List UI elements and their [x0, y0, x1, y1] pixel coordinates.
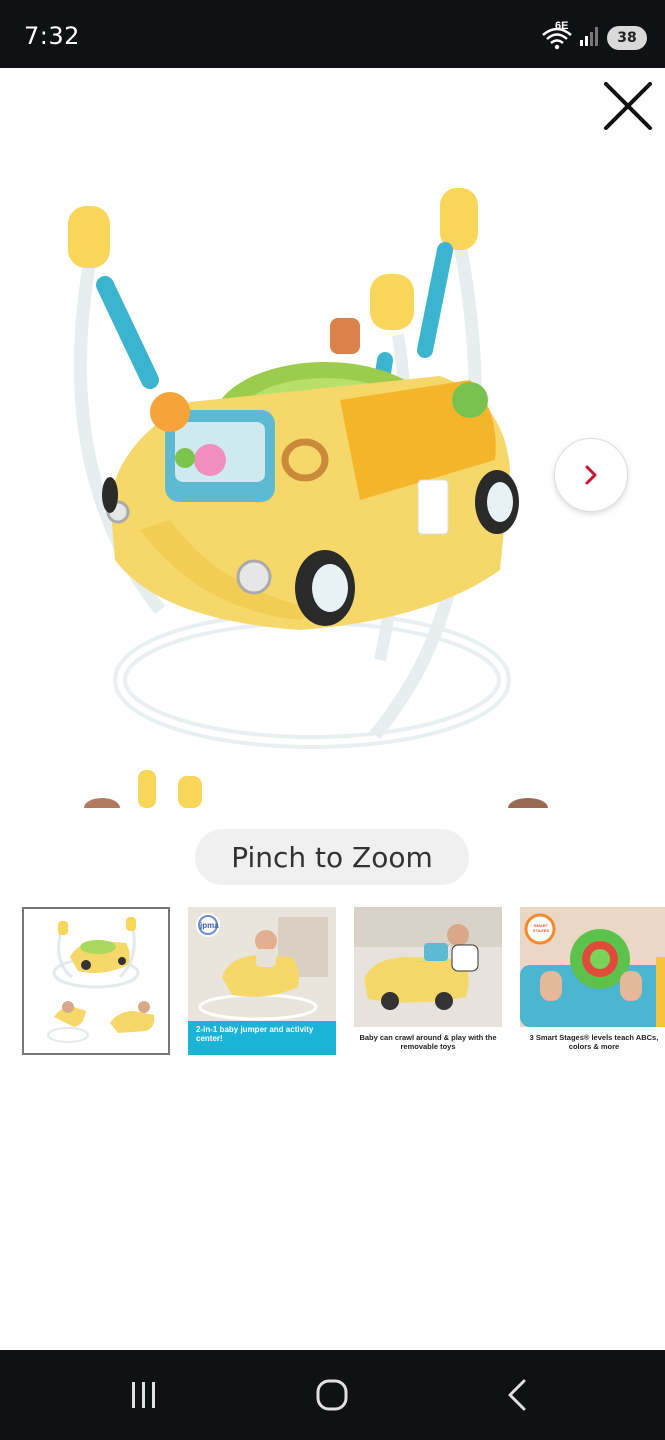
thumbnail-1[interactable] [22, 907, 170, 1055]
thumbnail-caption: Baby can crawl around & play with the re… [359, 1033, 497, 1051]
signal-icon [579, 25, 601, 52]
thumbnail-3[interactable]: Baby can crawl around & play with the re… [354, 907, 502, 1055]
battery-level: 38 [617, 30, 637, 46]
back-icon [508, 1379, 526, 1411]
network-type: 6E [555, 20, 569, 32]
status-icons: 6E 38 [541, 20, 647, 52]
thumbnail-caption: 3 Smart Stages® levels teach ABCs, color… [529, 1033, 659, 1051]
thumbnail-badge: jpma [200, 921, 219, 930]
status-time: 7:32 [24, 22, 80, 50]
next-image-button[interactable] [554, 438, 628, 512]
navigation-bar [0, 1350, 665, 1440]
home-icon [316, 1379, 348, 1411]
thumbnail-strip: jpma 2-in-1 baby jumper and activity cen… [22, 907, 665, 1057]
chevron-right-icon [585, 465, 597, 485]
thumbnail-badge: SMART STAGES [532, 923, 550, 933]
status-bar: 7:32 6E 38 [0, 0, 665, 68]
close-icon [604, 82, 652, 130]
back-button[interactable] [478, 1370, 558, 1420]
battery-icon: 38 [607, 26, 647, 50]
thumbnail-caption: 2-in-1 baby jumper and activity center! [188, 1021, 336, 1055]
recent-apps-button[interactable] [104, 1370, 184, 1420]
zoom-hint: Pinch to Zoom [195, 829, 469, 885]
close-button[interactable] [598, 76, 658, 136]
thumbnail-4[interactable]: SMART STAGES 3 Smart Stages® levels teac… [520, 907, 665, 1055]
home-button[interactable] [292, 1370, 372, 1420]
thumbnail-2[interactable]: jpma 2-in-1 baby jumper and activity cen… [188, 907, 336, 1055]
recent-apps-icon [132, 1382, 155, 1408]
wifi-icon: 6E [541, 20, 573, 50]
